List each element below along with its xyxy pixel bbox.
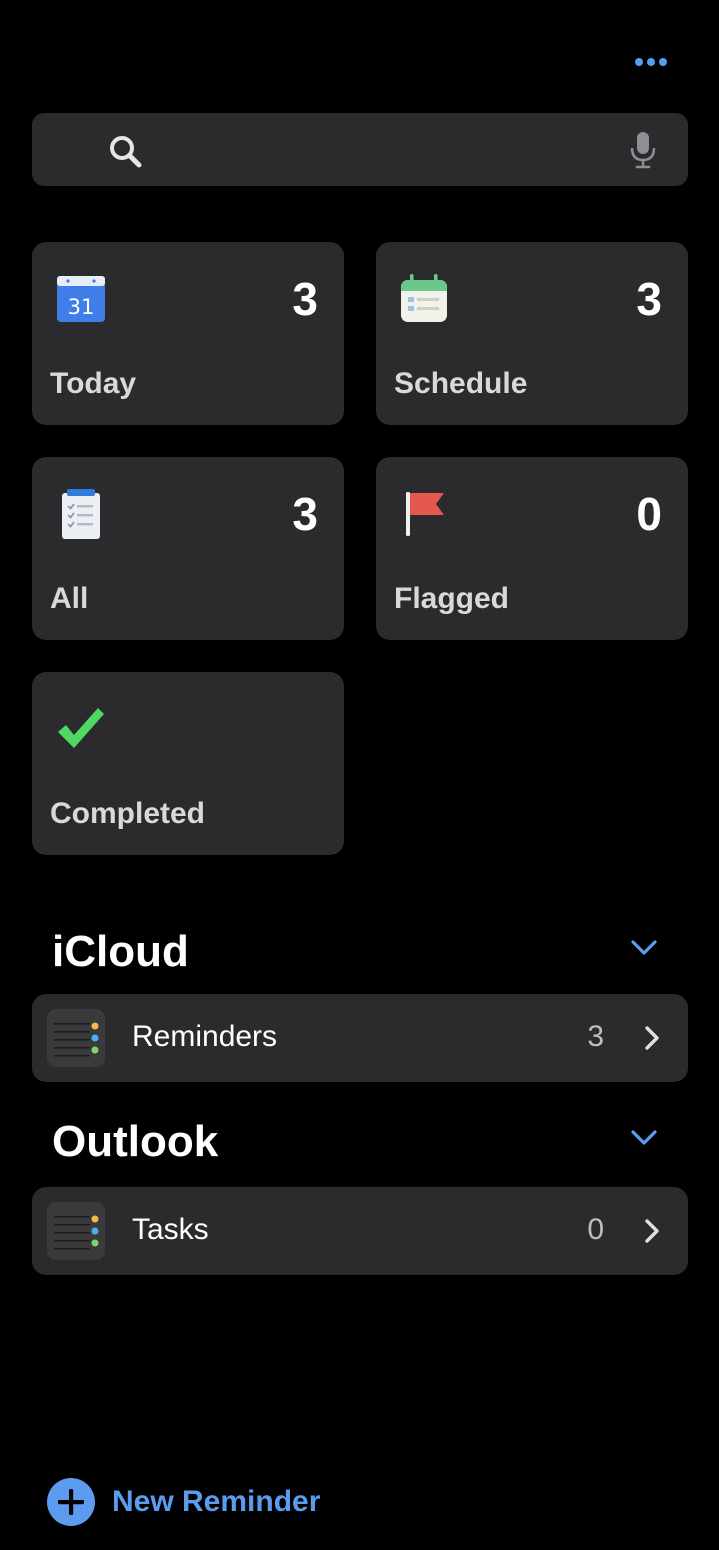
checkmark-icon (58, 708, 104, 748)
all-card[interactable]: 3 All (32, 457, 344, 640)
completed-label: Completed (50, 797, 206, 830)
chevron-down-icon[interactable] (626, 1126, 662, 1150)
chevron-down-icon[interactable] (626, 936, 662, 960)
microphone-icon[interactable] (628, 130, 658, 170)
flagged-card[interactable]: 0 Flagged (376, 457, 688, 640)
all-label: All (50, 582, 89, 615)
more-dot (647, 58, 655, 66)
list-count: 3 (587, 1020, 604, 1053)
schedule-icon (401, 274, 447, 322)
search-input[interactable] (156, 131, 630, 170)
list-count: 0 (587, 1213, 604, 1246)
list-name: Tasks (132, 1213, 209, 1246)
today-label: Today (50, 367, 137, 400)
calendar-icon: 31 (57, 276, 105, 322)
flagged-label: Flagged (394, 582, 510, 615)
more-dot (635, 58, 643, 66)
new-reminder-label: New Reminder (112, 1485, 321, 1518)
chevron-right-icon (645, 1219, 659, 1243)
more-dot (659, 58, 667, 66)
schedule-count: 3 (636, 273, 662, 325)
today-count: 3 (292, 273, 318, 325)
list-row-tasks[interactable]: Tasks 0 (32, 1187, 688, 1275)
flag-icon (406, 492, 444, 536)
list-icon (47, 1009, 105, 1067)
calendar-icon-date: 31 (68, 295, 95, 319)
icloud-section-title: iCloud (52, 927, 189, 976)
flagged-count: 0 (636, 488, 662, 540)
today-card[interactable]: 31 3 Today (32, 242, 344, 425)
list-name: Reminders (132, 1020, 278, 1053)
search-bar[interactable] (32, 113, 688, 186)
plus-circle-icon (47, 1478, 95, 1526)
all-count: 3 (292, 488, 318, 540)
new-reminder-button[interactable]: New Reminder (46, 1476, 320, 1528)
clipboard-icon (62, 489, 100, 539)
schedule-label: Schedule (394, 367, 528, 400)
chevron-right-icon (645, 1026, 659, 1050)
search-icon (110, 136, 142, 168)
schedule-card[interactable]: 3 Schedule (376, 242, 688, 425)
outlook-section-title: Outlook (52, 1117, 219, 1166)
completed-card[interactable]: Completed (32, 672, 344, 855)
list-row-reminders[interactable]: Reminders 3 (32, 994, 688, 1082)
list-icon (47, 1202, 105, 1260)
more-options-button[interactable] (626, 48, 676, 76)
